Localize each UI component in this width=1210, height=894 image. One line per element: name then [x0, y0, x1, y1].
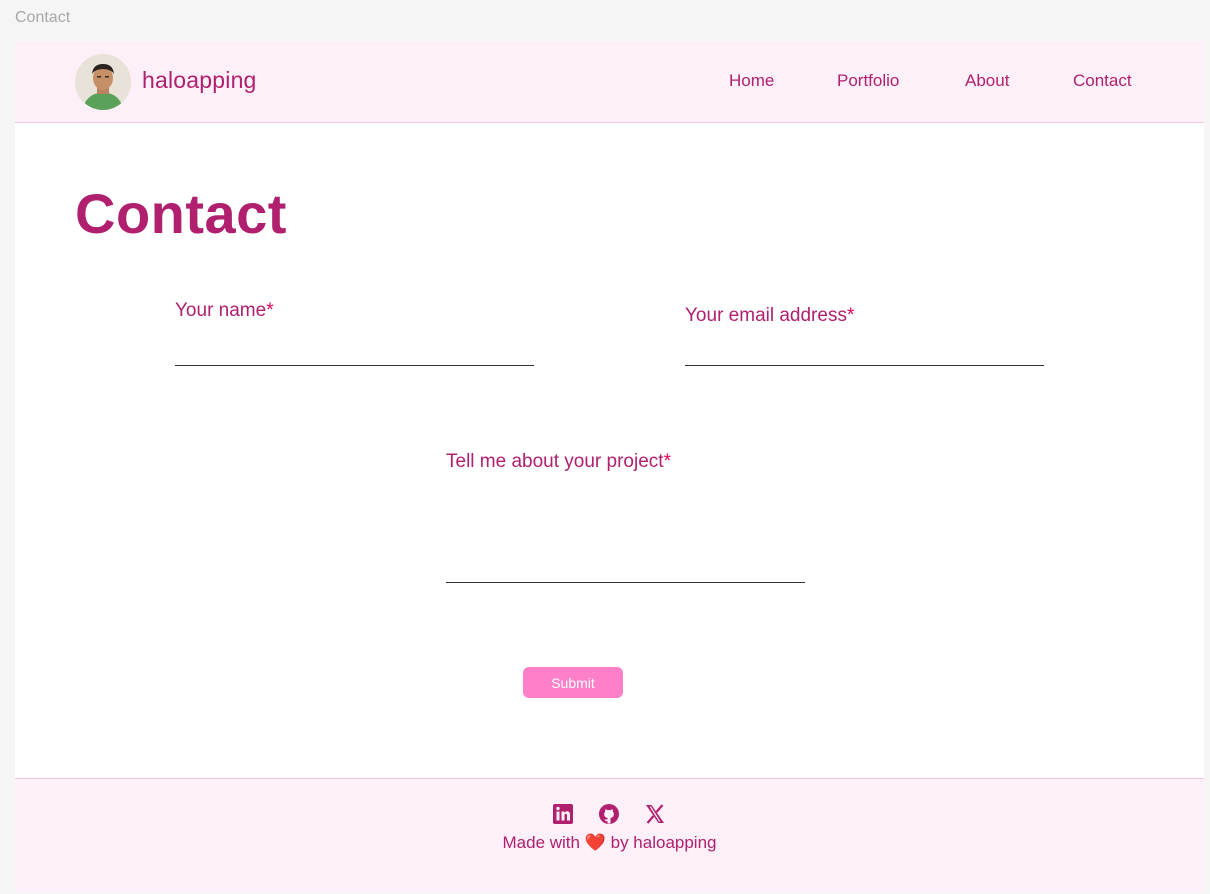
site-footer: Made with ❤️ by haloapping: [15, 778, 1204, 892]
required-mark: *: [663, 451, 671, 472]
heart-icon: ❤️: [584, 833, 606, 852]
name-label: Your name*: [175, 300, 274, 322]
nav-portfolio[interactable]: Portfolio: [837, 71, 899, 91]
required-mark: *: [846, 305, 855, 326]
name-input[interactable]: [175, 338, 534, 366]
project-label: Tell me about your project*: [446, 451, 671, 473]
github-icon[interactable]: [598, 803, 620, 825]
made-suffix: by haloapping: [610, 833, 717, 852]
avatar-image: [75, 54, 131, 110]
project-input[interactable]: [446, 555, 805, 583]
email-input[interactable]: [685, 338, 1044, 366]
made-prefix: Made with: [502, 833, 580, 852]
nav-about[interactable]: About: [965, 71, 1009, 91]
submit-button[interactable]: Submit: [523, 667, 623, 698]
window-title: Contact: [15, 9, 71, 26]
required-mark: *: [266, 300, 274, 321]
email-label: Your email address*: [685, 305, 854, 327]
name-label-text: Your name: [175, 300, 267, 321]
x-icon[interactable]: [644, 803, 666, 825]
avatar[interactable]: [75, 54, 131, 110]
page: haloapping Home Portfolio About Contact …: [15, 41, 1204, 892]
project-label-text: Tell me about your project: [446, 451, 664, 472]
page-title: Contact: [75, 182, 287, 245]
brand-name[interactable]: haloapping: [142, 67, 257, 94]
made-with-credit: Made with ❤️ by haloapping: [15, 833, 1204, 853]
site-header: haloapping Home Portfolio About Contact: [15, 41, 1204, 123]
linkedin-icon[interactable]: [552, 803, 574, 825]
email-label-text: Your email address: [685, 305, 847, 326]
nav-contact[interactable]: Contact: [1073, 71, 1132, 91]
nav-home[interactable]: Home: [729, 71, 774, 91]
